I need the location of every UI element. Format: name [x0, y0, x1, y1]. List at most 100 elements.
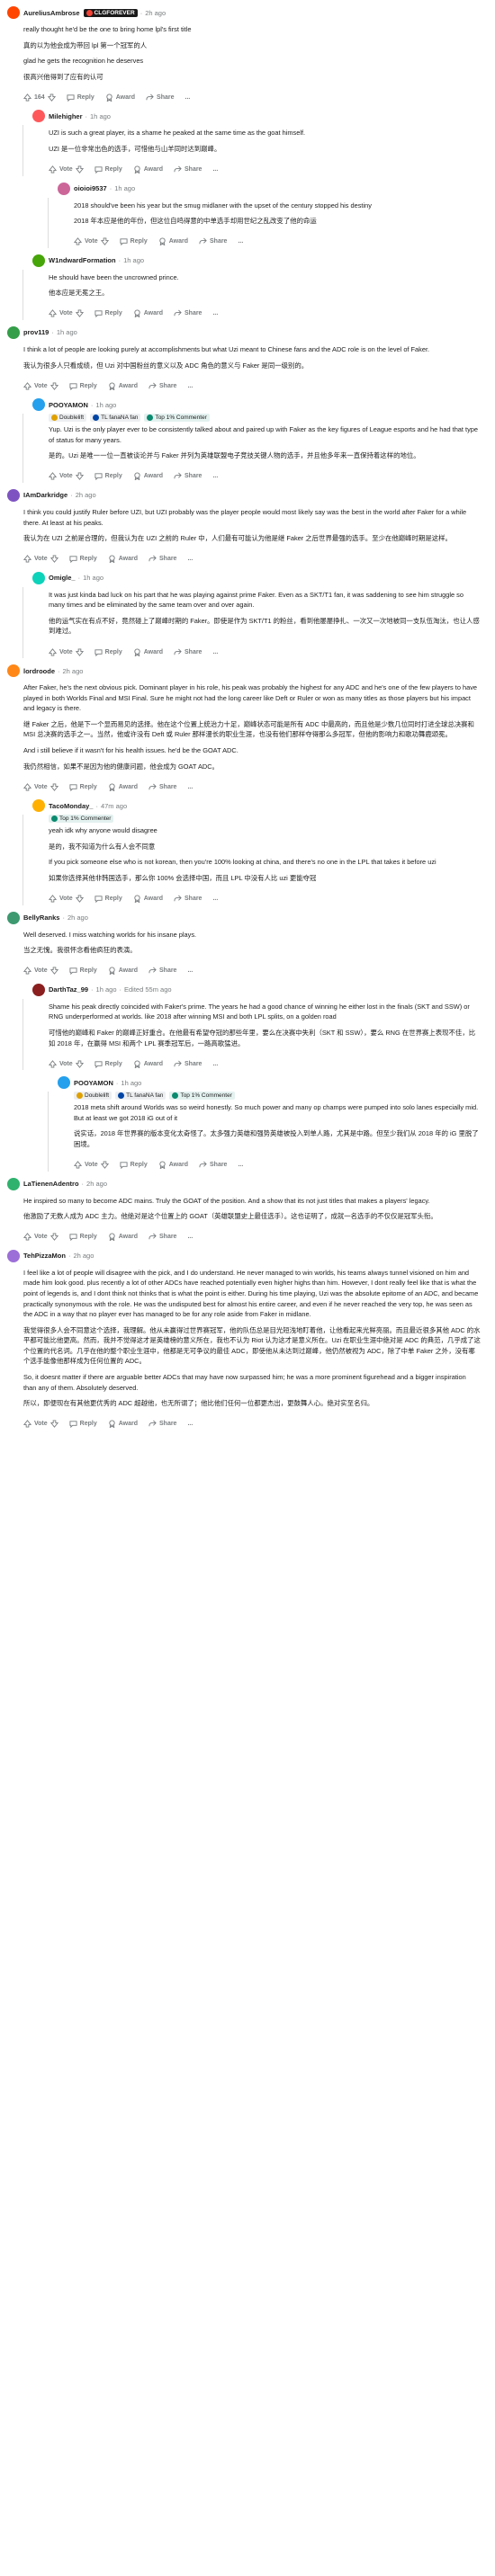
- reply-button[interactable]: Reply: [69, 967, 97, 976]
- award-button[interactable]: Award: [108, 967, 138, 976]
- award-button[interactable]: Award: [133, 648, 163, 656]
- upvote-icon[interactable]: [23, 782, 32, 791]
- reply-button[interactable]: Reply: [69, 382, 97, 390]
- more-options-button[interactable]: ...: [212, 1061, 218, 1067]
- more-options-button[interactable]: ...: [187, 784, 193, 790]
- username[interactable]: TacoMonday_: [49, 802, 93, 810]
- upvote-icon[interactable]: [49, 165, 57, 174]
- more-options-button[interactable]: ...: [238, 1162, 243, 1168]
- more-options-button[interactable]: ...: [238, 238, 243, 245]
- more-options-button[interactable]: ...: [212, 896, 218, 902]
- avatar[interactable]: [7, 6, 20, 19]
- downvote-icon[interactable]: [47, 94, 56, 102]
- reply-button[interactable]: Reply: [94, 895, 122, 904]
- share-button[interactable]: Share: [174, 309, 202, 317]
- more-options-button[interactable]: ...: [212, 310, 218, 316]
- reply-button[interactable]: Reply: [94, 1060, 122, 1068]
- avatar[interactable]: [32, 799, 45, 813]
- share-button[interactable]: Share: [148, 382, 176, 390]
- username[interactable]: LaTienenAdentro: [23, 1180, 79, 1188]
- avatar[interactable]: [7, 1177, 20, 1190]
- share-button[interactable]: Share: [148, 555, 176, 563]
- upvote-icon[interactable]: [74, 237, 82, 245]
- thread-line[interactable]: [48, 197, 49, 248]
- downvote-icon[interactable]: [75, 648, 84, 656]
- thread-line[interactable]: [22, 414, 23, 483]
- upvote-icon[interactable]: [49, 1059, 57, 1068]
- avatar[interactable]: [7, 911, 20, 924]
- avatar[interactable]: [58, 182, 70, 195]
- share-button[interactable]: Share: [148, 967, 176, 975]
- award-button[interactable]: Award: [108, 1233, 138, 1242]
- more-options-button[interactable]: ...: [212, 166, 218, 173]
- avatar[interactable]: [58, 1076, 70, 1090]
- downvote-icon[interactable]: [100, 1161, 109, 1169]
- upvote-icon[interactable]: [23, 1233, 32, 1241]
- reply-button[interactable]: Reply: [69, 783, 97, 791]
- downvote-icon[interactable]: [50, 783, 58, 791]
- reply-button[interactable]: Reply: [69, 1420, 97, 1429]
- award-button[interactable]: Award: [108, 382, 138, 390]
- username[interactable]: Omigle_: [49, 574, 76, 582]
- award-button[interactable]: Award: [158, 237, 188, 246]
- avatar[interactable]: [7, 664, 20, 678]
- more-options-button[interactable]: ...: [212, 649, 218, 655]
- username[interactable]: POOYAMON: [49, 401, 88, 409]
- reply-button[interactable]: Reply: [94, 165, 122, 174]
- upvote-icon[interactable]: [49, 895, 57, 903]
- username[interactable]: DarthTaz_99: [49, 985, 88, 994]
- username[interactable]: oioioi9537: [74, 184, 107, 192]
- award-button[interactable]: Award: [108, 1420, 138, 1429]
- reply-button[interactable]: Reply: [69, 555, 97, 564]
- upvote-icon[interactable]: [49, 309, 57, 317]
- thread-line[interactable]: [22, 815, 23, 905]
- award-button[interactable]: Award: [158, 1161, 188, 1170]
- username[interactable]: TehPizzaMon: [23, 1252, 66, 1260]
- award-button[interactable]: Award: [133, 309, 163, 318]
- thread-line[interactable]: [22, 125, 23, 176]
- username[interactable]: W1ndwardFormation: [49, 256, 116, 264]
- downvote-icon[interactable]: [50, 967, 58, 976]
- avatar[interactable]: [7, 325, 20, 339]
- share-button[interactable]: Share: [148, 1233, 176, 1241]
- upvote-icon[interactable]: [23, 1420, 32, 1428]
- award-button[interactable]: Award: [133, 1060, 163, 1068]
- more-options-button[interactable]: ...: [185, 94, 191, 101]
- more-options-button[interactable]: ...: [187, 967, 193, 974]
- award-button[interactable]: Award: [108, 783, 138, 791]
- more-options-button[interactable]: ...: [187, 556, 193, 562]
- reply-button[interactable]: Reply: [94, 309, 122, 318]
- username[interactable]: AureliusAmbrose: [23, 9, 80, 17]
- upvote-icon[interactable]: [49, 472, 57, 480]
- username[interactable]: lordroode: [23, 667, 55, 675]
- share-button[interactable]: Share: [148, 1420, 176, 1428]
- downvote-icon[interactable]: [50, 1420, 58, 1429]
- thread-line[interactable]: [48, 1092, 49, 1172]
- downvote-icon[interactable]: [50, 555, 58, 564]
- avatar[interactable]: [32, 571, 45, 584]
- more-options-button[interactable]: ...: [187, 383, 193, 389]
- share-button[interactable]: Share: [174, 1060, 202, 1068]
- username[interactable]: IAmDarkridge: [23, 491, 68, 499]
- share-button[interactable]: Share: [174, 165, 202, 174]
- avatar[interactable]: [32, 110, 45, 123]
- downvote-icon[interactable]: [75, 472, 84, 481]
- thread-line[interactable]: [22, 998, 23, 1071]
- reply-button[interactable]: Reply: [69, 1233, 97, 1242]
- downvote-icon[interactable]: [50, 1233, 58, 1242]
- upvote-icon[interactable]: [23, 555, 32, 563]
- share-button[interactable]: Share: [148, 783, 176, 791]
- avatar[interactable]: [32, 254, 45, 267]
- upvote-icon[interactable]: [49, 647, 57, 656]
- award-button[interactable]: Award: [133, 165, 163, 174]
- upvote-icon[interactable]: [23, 94, 32, 102]
- downvote-icon[interactable]: [75, 1060, 84, 1068]
- avatar[interactable]: [7, 1249, 20, 1262]
- username[interactable]: POOYAMON: [74, 1079, 113, 1087]
- downvote-icon[interactable]: [50, 382, 58, 390]
- more-options-button[interactable]: ...: [187, 1421, 193, 1427]
- more-options-button[interactable]: ...: [187, 1234, 193, 1240]
- award-button[interactable]: Award: [105, 94, 135, 102]
- more-options-button[interactable]: ...: [212, 473, 218, 479]
- share-button[interactable]: Share: [174, 648, 202, 656]
